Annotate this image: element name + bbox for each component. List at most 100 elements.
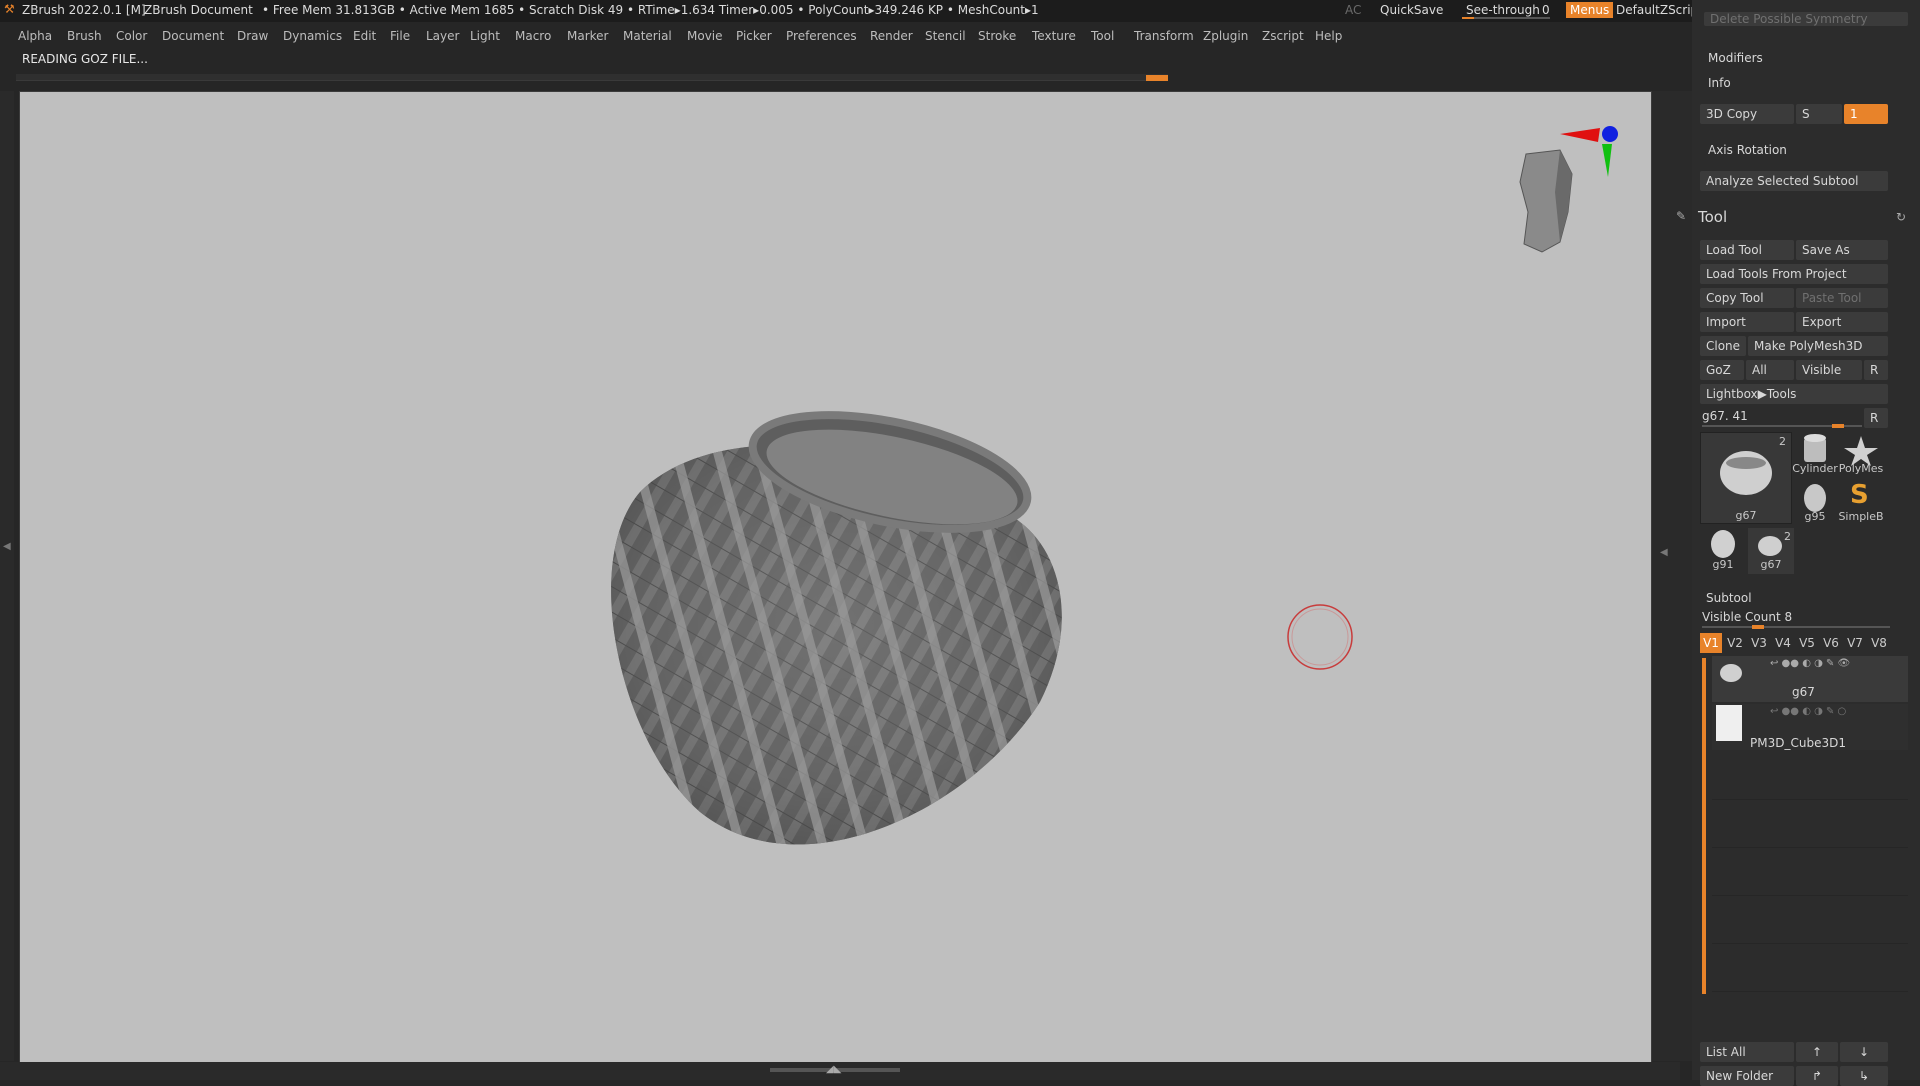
copy-3d-button[interactable]: 3D Copy <box>1700 104 1794 124</box>
menu-color[interactable]: Color <box>116 29 147 43</box>
tool-thumb-label: PolyMes <box>1838 462 1884 475</box>
goz-r-button[interactable]: R <box>1864 360 1888 380</box>
export-button[interactable]: Export <box>1796 312 1888 332</box>
copy-tool-button[interactable]: Copy Tool <box>1700 288 1794 308</box>
import-button[interactable]: Import <box>1700 312 1794 332</box>
subtool-section[interactable]: Subtool <box>1706 591 1752 605</box>
right-collapse-icon[interactable]: ◀ <box>1660 547 1668 558</box>
tool-palette-title[interactable]: Tool <box>1698 208 1727 226</box>
see-through-label[interactable]: See-through <box>1466 3 1540 17</box>
vtab-v1[interactable]: V1 <box>1700 633 1722 653</box>
menu-tool[interactable]: Tool <box>1091 29 1114 43</box>
bottom-expand-icon[interactable]: ◢◣ <box>826 1064 841 1075</box>
subtool-row-pm3d-cube[interactable]: ↩ ●● ◐ ◑ ✎ ○ PM3D_Cube3D1 <box>1712 704 1908 750</box>
tool-slider-r-button[interactable]: R <box>1864 408 1888 428</box>
vtab-v4[interactable]: V4 <box>1772 633 1794 653</box>
menu-marker[interactable]: Marker <box>567 29 608 43</box>
paste-tool-button[interactable]: Paste Tool <box>1796 288 1888 308</box>
tool-thumb-polymesh[interactable]: PolyMes <box>1838 432 1884 478</box>
subtool-icons[interactable]: ↩ ●● ◐ ◑ ✎ ○ <box>1770 706 1846 717</box>
menu-light[interactable]: Light <box>470 29 500 43</box>
tool-thumb-label: g67 <box>1760 558 1782 571</box>
tool-thumb-g91[interactable]: g91 <box>1700 528 1746 574</box>
goz-button[interactable]: GoZ <box>1700 360 1744 380</box>
menu-file[interactable]: File <box>390 29 410 43</box>
delete-symmetry-button[interactable]: Delete Possible Symmetry <box>1704 12 1908 26</box>
navigation-head-icon[interactable] <box>1519 126 1618 253</box>
menu-alpha[interactable]: Alpha <box>18 29 52 43</box>
cup-icon <box>1711 530 1735 558</box>
vtab-v5[interactable]: V5 <box>1796 633 1818 653</box>
new-folder-button[interactable]: New Folder <box>1700 1066 1794 1086</box>
default-zscript-button[interactable]: DefaultZScript <box>1616 3 1703 17</box>
load-tools-from-project-button[interactable]: Load Tools From Project <box>1700 264 1888 284</box>
save-as-button[interactable]: Save As <box>1796 240 1888 260</box>
menu-document[interactable]: Document <box>162 29 224 43</box>
vtab-v3[interactable]: V3 <box>1748 633 1770 653</box>
menu-material[interactable]: Material <box>623 29 672 43</box>
quicksave-button[interactable]: QuickSave <box>1380 3 1443 17</box>
left-collapse-icon[interactable]: ◀ <box>3 541 11 552</box>
goz-all-button[interactable]: All <box>1746 360 1794 380</box>
list-all-button[interactable]: List All <box>1700 1042 1794 1062</box>
current-tool-slider[interactable] <box>1702 424 1862 428</box>
menu-draw[interactable]: Draw <box>237 29 268 43</box>
tool-thumb-g95[interactable]: g95 <box>1792 480 1838 526</box>
ac-label[interactable]: AC <box>1345 3 1361 17</box>
menu-movie[interactable]: Movie <box>687 29 723 43</box>
folder-move-icon[interactable]: ↳ <box>1840 1066 1888 1086</box>
subtool-row-g67[interactable]: ↩ ●● ◐ ◑ ✎ 👁 g67 <box>1712 656 1908 702</box>
tool-thumb-g67-small[interactable]: g67 2 <box>1748 528 1794 574</box>
reset-icon[interactable]: ↻ <box>1896 210 1906 224</box>
vtab-v2[interactable]: V2 <box>1724 633 1746 653</box>
subtool-icons[interactable]: ↩ ●● ◐ ◑ ✎ 👁 <box>1770 658 1850 669</box>
modifiers-section[interactable]: Modifiers <box>1708 51 1763 65</box>
tool-thumb-cylinder[interactable]: Cylinder <box>1792 432 1838 478</box>
menu-zplugin[interactable]: Zplugin <box>1203 29 1248 43</box>
copy-3d-s-button[interactable]: S <box>1796 104 1842 124</box>
vtab-v6[interactable]: V6 <box>1820 633 1842 653</box>
make-polymesh-button[interactable]: Make PolyMesh3D <box>1748 336 1888 356</box>
menu-picker[interactable]: Picker <box>736 29 772 43</box>
ring-thumb-icon <box>1720 451 1772 495</box>
vtab-v8[interactable]: V8 <box>1868 633 1890 653</box>
subtool-name: PM3D_Cube3D1 <box>1750 736 1846 750</box>
tool-thumb-label: SimpleB <box>1838 510 1884 523</box>
menu-preferences[interactable]: Preferences <box>786 29 857 43</box>
clone-button[interactable]: Clone <box>1700 336 1746 356</box>
info-section[interactable]: Info <box>1708 76 1731 90</box>
menu-brush[interactable]: Brush <box>67 29 102 43</box>
subtool-scrollbar[interactable] <box>1702 658 1706 994</box>
folder-action-icon[interactable]: ↱ <box>1796 1066 1838 1086</box>
menu-layer[interactable]: Layer <box>426 29 459 43</box>
menu-texture[interactable]: Texture <box>1032 29 1076 43</box>
tool-thumb-simplebrush[interactable]: S SimpleB <box>1838 480 1884 526</box>
tool-thumb-g67[interactable]: g67 2 <box>1700 432 1792 524</box>
menu-transform[interactable]: Transform <box>1134 29 1194 43</box>
tool-thumb-badge: 2 <box>1779 435 1786 448</box>
menu-stencil[interactable]: Stencil <box>925 29 966 43</box>
vtab-v7[interactable]: V7 <box>1844 633 1866 653</box>
visible-count-label[interactable]: Visible Count 8 <box>1702 610 1792 624</box>
menu-help[interactable]: Help <box>1315 29 1342 43</box>
see-through-slider[interactable] <box>1462 17 1550 19</box>
visible-count-slider[interactable] <box>1702 625 1890 629</box>
menu-render[interactable]: Render <box>870 29 913 43</box>
viewport-canvas[interactable] <box>19 91 1652 1063</box>
menus-button[interactable]: Menus <box>1566 2 1614 18</box>
pin-icon[interactable]: ✎ <box>1676 209 1686 223</box>
analyze-subtool-button[interactable]: Analyze Selected Subtool <box>1700 171 1888 191</box>
menu-zscript[interactable]: Zscript <box>1262 29 1304 43</box>
menu-stroke[interactable]: Stroke <box>978 29 1016 43</box>
menu-macro[interactable]: Macro <box>515 29 551 43</box>
current-tool-slider-label[interactable]: g67. 41 <box>1702 409 1748 423</box>
goz-visible-button[interactable]: Visible <box>1796 360 1862 380</box>
menu-edit[interactable]: Edit <box>353 29 376 43</box>
move-down-icon[interactable]: ↓ <box>1840 1042 1888 1062</box>
load-tool-button[interactable]: Load Tool <box>1700 240 1794 260</box>
menu-dynamics[interactable]: Dynamics <box>283 29 342 43</box>
lightbox-tools-button[interactable]: Lightbox▶Tools <box>1700 384 1888 404</box>
copy-3d-value[interactable]: 1 <box>1844 104 1888 124</box>
axis-rotation-section[interactable]: Axis Rotation <box>1708 143 1787 157</box>
move-up-icon[interactable]: ↑ <box>1796 1042 1838 1062</box>
